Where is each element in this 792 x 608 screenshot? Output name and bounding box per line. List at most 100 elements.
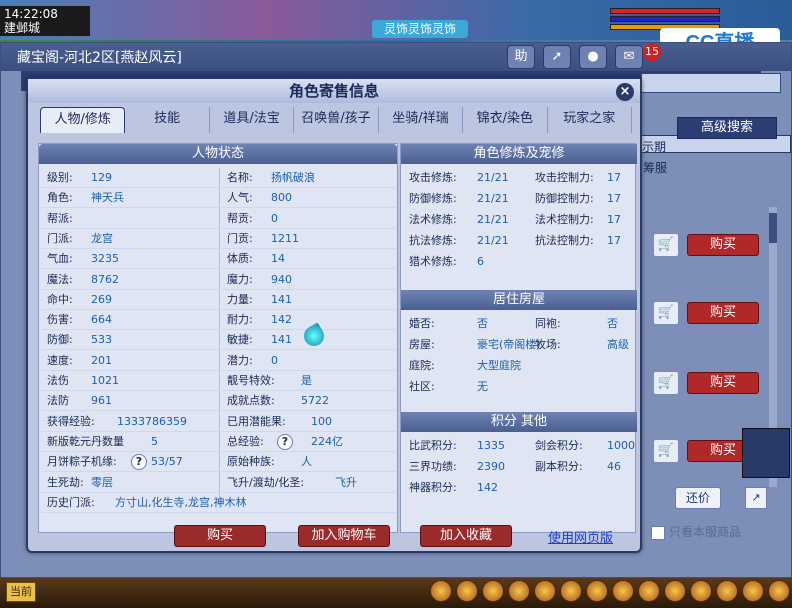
checkbox-icon[interactable]: [651, 525, 665, 540]
status-key: 伤害:: [47, 313, 73, 327]
status-key: 法防: [47, 394, 69, 408]
listing-buy-button[interactable]: 购买: [687, 372, 759, 394]
dialog-tabs: 人物/修炼 技能 道具/法宝 召唤兽/孩子 坐骑/祥瑞 锦衣/染色 玩家之家: [40, 107, 632, 133]
advanced-search-button[interactable]: 高级搜索: [677, 117, 777, 139]
skill-icon[interactable]: [482, 580, 504, 602]
cultivation-value: 21/21: [477, 234, 509, 247]
status-value: 5: [151, 434, 158, 448]
skill-icon[interactable]: [456, 580, 478, 602]
points-key: 神器积分:: [409, 481, 457, 494]
cart-icon[interactable]: 🛒: [653, 301, 679, 325]
skill-icon[interactable]: [742, 580, 764, 602]
skill-icon[interactable]: [716, 580, 738, 602]
record-icon[interactable]: ●: [579, 45, 607, 69]
counteroffer-button[interactable]: 还价: [675, 487, 721, 509]
points-value: 46: [607, 460, 621, 473]
only-this-server-toggle[interactable]: 只看本服商品: [651, 523, 741, 540]
status-key: 帮派:: [47, 211, 73, 225]
status-value: 3235: [91, 252, 119, 266]
cultivation-value: 6: [477, 255, 484, 268]
status-value: 龙宫: [91, 231, 113, 245]
share-icon[interactable]: ➚: [543, 45, 571, 69]
status-value: 14: [271, 252, 285, 266]
tab-pets[interactable]: 召唤兽/孩子: [294, 107, 379, 133]
points-key: 比武积分:: [409, 439, 457, 452]
status-key: 生死劫:: [47, 475, 84, 489]
status-key: 名称:: [227, 171, 253, 184]
status-value: 1211: [271, 231, 299, 245]
skill-icon[interactable]: [586, 580, 608, 602]
tab-home[interactable]: 玩家之家: [548, 107, 632, 133]
status-value: 800: [271, 191, 292, 205]
status-value: 方寸山,化生寺,龙宫,神木林: [115, 495, 247, 509]
skill-icon[interactable]: [690, 580, 712, 602]
current-channel-button[interactable]: 当前: [6, 582, 36, 602]
cultivation-value: 17: [607, 213, 621, 226]
help-button[interactable]: 助: [507, 45, 535, 69]
skill-icon[interactable]: [612, 580, 634, 602]
status-value: 5722: [301, 394, 329, 408]
cultivation-key: 猎术修炼:: [409, 255, 457, 268]
tab-mounts[interactable]: 坐骑/祥瑞: [379, 107, 464, 133]
status-key: 原始种族:: [227, 455, 275, 469]
cultivation-key: 法术修炼:: [409, 213, 457, 226]
status-value: 141: [271, 292, 292, 306]
cultivation-key: 防御修炼:: [409, 192, 457, 205]
status-key: 气血:: [47, 252, 73, 266]
cultivation-key: 攻击控制力:: [535, 171, 594, 184]
cultivation-value: 21/21: [477, 192, 509, 205]
location-text: 建邺城: [4, 21, 41, 35]
dialog-title: 角色寄售信息: [28, 79, 640, 103]
game-bottom-bar: 当前: [0, 578, 792, 608]
points-value: 142: [477, 481, 498, 494]
points-key: 三界功绩:: [409, 460, 457, 473]
status-value: 100: [311, 414, 332, 428]
hp-bar: [610, 8, 720, 14]
cart-icon[interactable]: 🛒: [653, 371, 679, 395]
tab-outfits[interactable]: 锦衣/染色: [463, 107, 548, 133]
status-value: 飞升: [335, 475, 357, 489]
skill-icon[interactable]: [508, 580, 530, 602]
web-version-link[interactable]: 使用网页版: [548, 527, 613, 546]
status-value: 1021: [91, 374, 119, 387]
skill-icon[interactable]: [534, 580, 556, 602]
help-icon[interactable]: ?: [131, 454, 147, 471]
status-value: 0: [271, 211, 278, 225]
cart-icon[interactable]: 🛒: [653, 439, 679, 463]
status-value: 201: [91, 353, 112, 367]
skill-icon[interactable]: [430, 580, 452, 602]
housing-value: 高级: [607, 338, 629, 351]
skill-icon[interactable]: [768, 580, 790, 602]
status-key: 力量:: [227, 292, 253, 306]
cultivation-key: 防御控制力:: [535, 192, 594, 205]
column-divider: [219, 168, 220, 508]
status-key: 获得经验:: [47, 414, 95, 428]
status-key: 已用潜能果:: [227, 414, 286, 428]
add-to-favorites-button[interactable]: 加入收藏: [420, 525, 512, 547]
share-icon[interactable]: ↗: [745, 487, 767, 509]
buy-button[interactable]: 购买: [174, 525, 266, 547]
add-to-cart-button[interactable]: 加入购物车: [298, 525, 390, 547]
skill-icon[interactable]: [560, 580, 582, 602]
side-shortcut-icons[interactable]: [742, 428, 790, 478]
listing-buy-button[interactable]: 购买: [687, 234, 759, 256]
listing-buy-button[interactable]: 购买: [687, 302, 759, 324]
tab-items[interactable]: 道具/法宝: [210, 107, 295, 133]
skill-icon[interactable]: [638, 580, 660, 602]
tab-skills[interactable]: 技能: [125, 107, 210, 133]
chat-icon[interactable]: ✉: [615, 45, 643, 69]
status-value: 1333786359: [117, 414, 187, 428]
cart-icon[interactable]: 🛒: [653, 233, 679, 257]
period-label: 示期: [642, 140, 667, 154]
help-icon[interactable]: ?: [277, 433, 293, 450]
skill-icon[interactable]: [664, 580, 686, 602]
shop-title: 藏宝阁-河北2区[燕赵风云]: [1, 43, 791, 71]
housing-key: 房屋:: [409, 338, 435, 351]
close-icon[interactable]: ×: [616, 83, 634, 101]
cultivation-value: 17: [607, 171, 621, 184]
status-key: 飞升/渡劫/化圣:: [227, 475, 305, 489]
status-key: 成就点数:: [227, 394, 275, 408]
shop-search-input[interactable]: [641, 73, 781, 93]
role-sale-info-dialog: 角色寄售信息 × 人物/修炼 技能 道具/法宝 召唤兽/孩子 坐骑/祥瑞 锦衣/…: [26, 77, 642, 553]
tab-character[interactable]: 人物/修炼: [40, 107, 126, 133]
